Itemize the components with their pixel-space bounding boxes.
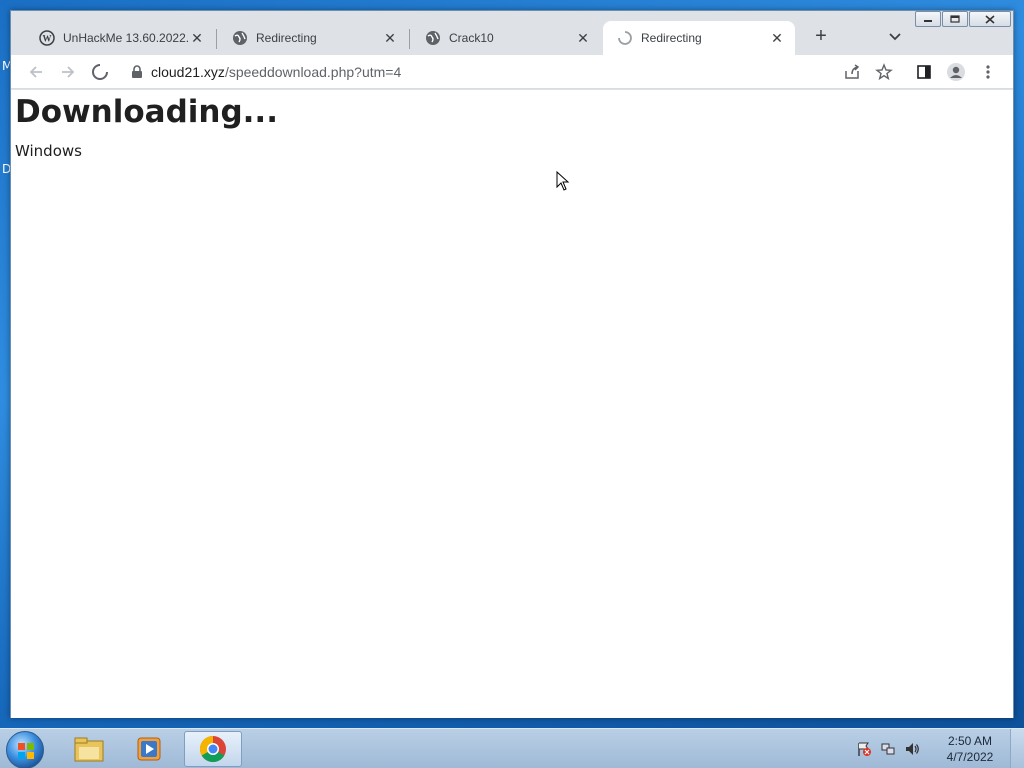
chrome-icon bbox=[199, 735, 226, 763]
side-panel-icon[interactable] bbox=[913, 61, 935, 83]
profile-avatar-icon[interactable] bbox=[945, 61, 967, 83]
tab-search-chevron-icon[interactable] bbox=[883, 27, 907, 47]
loading-spinner-icon bbox=[617, 30, 633, 46]
tab-title: UnHackMe 13.60.2022.0 bbox=[63, 31, 189, 45]
tab-title: Redirecting bbox=[641, 31, 702, 45]
loading-stop-icon[interactable] bbox=[89, 61, 111, 83]
url-host: cloud21.xyz bbox=[151, 64, 225, 80]
file-explorer-icon bbox=[74, 737, 104, 762]
taskbar-chrome[interactable] bbox=[184, 731, 242, 767]
clock-date: 4/7/2022 bbox=[946, 750, 994, 764]
bookmark-star-icon[interactable] bbox=[873, 61, 895, 83]
tab-separator bbox=[216, 29, 217, 49]
taskbar: 2:50 AM 4/7/2022 bbox=[0, 728, 1024, 768]
close-tab-icon[interactable]: ✕ bbox=[189, 30, 205, 47]
taskbar-file-explorer[interactable] bbox=[60, 731, 118, 767]
kebab-menu-icon[interactable] bbox=[977, 61, 999, 83]
page-content: Downloading... Windows bbox=[11, 90, 1013, 718]
lock-icon[interactable] bbox=[123, 65, 151, 79]
browser-toolbar: cloud21.xyz/speeddownload.php?utm=4 bbox=[11, 55, 1013, 89]
system-clock[interactable]: 2:50 AM 4/7/2022 bbox=[930, 733, 1010, 765]
tab-crack10[interactable]: Crack10 ✕ bbox=[411, 21, 601, 55]
close-tab-icon[interactable]: ✕ bbox=[382, 30, 398, 47]
close-tab-icon[interactable]: ✕ bbox=[769, 30, 785, 47]
show-desktop-button[interactable] bbox=[1010, 729, 1024, 768]
tab-redirecting-active[interactable]: Redirecting ✕ bbox=[603, 21, 795, 55]
new-tab-button[interactable]: + bbox=[807, 25, 835, 49]
start-button[interactable] bbox=[6, 731, 44, 768]
tab-unhackme[interactable]: W UnHackMe 13.60.2022.0 ✕ bbox=[25, 21, 215, 55]
close-window-button[interactable] bbox=[969, 11, 1011, 27]
volume-icon[interactable] bbox=[902, 739, 922, 759]
tab-separator bbox=[409, 29, 410, 49]
media-player-icon bbox=[137, 737, 161, 761]
clock-time: 2:50 AM bbox=[947, 734, 993, 748]
restore-button[interactable] bbox=[942, 11, 968, 27]
system-tray: 2:50 AM 4/7/2022 bbox=[852, 729, 1024, 768]
tab-title: Redirecting bbox=[256, 31, 317, 45]
mouse-cursor-icon bbox=[556, 170, 570, 196]
action-center-flag-icon[interactable] bbox=[854, 739, 874, 759]
back-arrow-icon[interactable] bbox=[25, 61, 47, 83]
wordpress-icon: W bbox=[39, 30, 55, 46]
page-heading: Downloading... bbox=[15, 94, 278, 130]
tab-strip: W UnHackMe 13.60.2022.0 ✕ Redirecting ✕ … bbox=[11, 11, 1013, 55]
globe-icon bbox=[232, 30, 248, 46]
close-tab-icon[interactable]: ✕ bbox=[575, 30, 591, 47]
network-icon[interactable] bbox=[878, 739, 898, 759]
url-path: /speeddownload.php?utm=4 bbox=[224, 64, 402, 80]
svg-text:W: W bbox=[43, 34, 52, 44]
globe-icon bbox=[425, 30, 441, 46]
windows-logo-icon bbox=[18, 743, 34, 759]
address-bar[interactable]: cloud21.xyz/speeddownload.php?utm=4 bbox=[123, 58, 883, 86]
tab-redirecting-1[interactable]: Redirecting ✕ bbox=[218, 21, 408, 55]
minimize-button[interactable] bbox=[915, 11, 941, 27]
page-text: Windows bbox=[15, 142, 82, 160]
tab-title: Crack10 bbox=[449, 31, 494, 45]
browser-window: W UnHackMe 13.60.2022.0 ✕ Redirecting ✕ … bbox=[10, 10, 1014, 718]
taskbar-media-player[interactable] bbox=[120, 731, 178, 767]
window-controls bbox=[914, 11, 1011, 27]
forward-arrow-icon[interactable] bbox=[57, 61, 79, 83]
share-icon[interactable] bbox=[841, 61, 863, 83]
